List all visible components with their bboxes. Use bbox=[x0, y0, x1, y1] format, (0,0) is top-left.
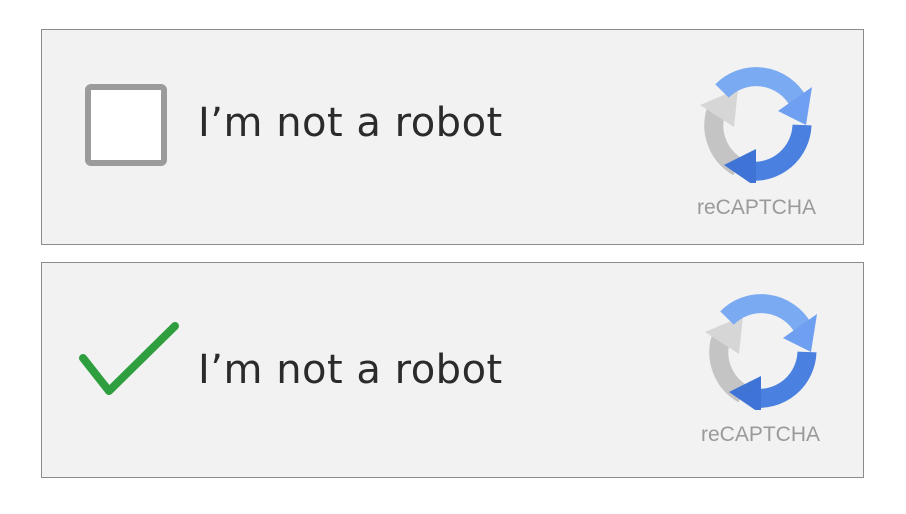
recaptcha-logo-icon[interactable] bbox=[694, 63, 814, 183]
recaptcha-widget-unchecked: I’m not a robot reCAPTCHA bbox=[41, 29, 864, 245]
recaptcha-brand-label[interactable]: reCAPTCHA bbox=[697, 196, 816, 220]
recaptcha-widget-checked: I’m not a robot reCAPTCHA bbox=[41, 262, 864, 478]
recaptcha-logo-icon[interactable] bbox=[699, 290, 819, 410]
not-robot-checkbox[interactable] bbox=[85, 84, 167, 166]
checkmark-icon[interactable] bbox=[78, 321, 180, 401]
not-robot-label[interactable]: I’m not a robot bbox=[198, 347, 503, 393]
recaptcha-brand-label[interactable]: reCAPTCHA bbox=[701, 423, 820, 447]
not-robot-label[interactable]: I’m not a robot bbox=[198, 100, 503, 146]
